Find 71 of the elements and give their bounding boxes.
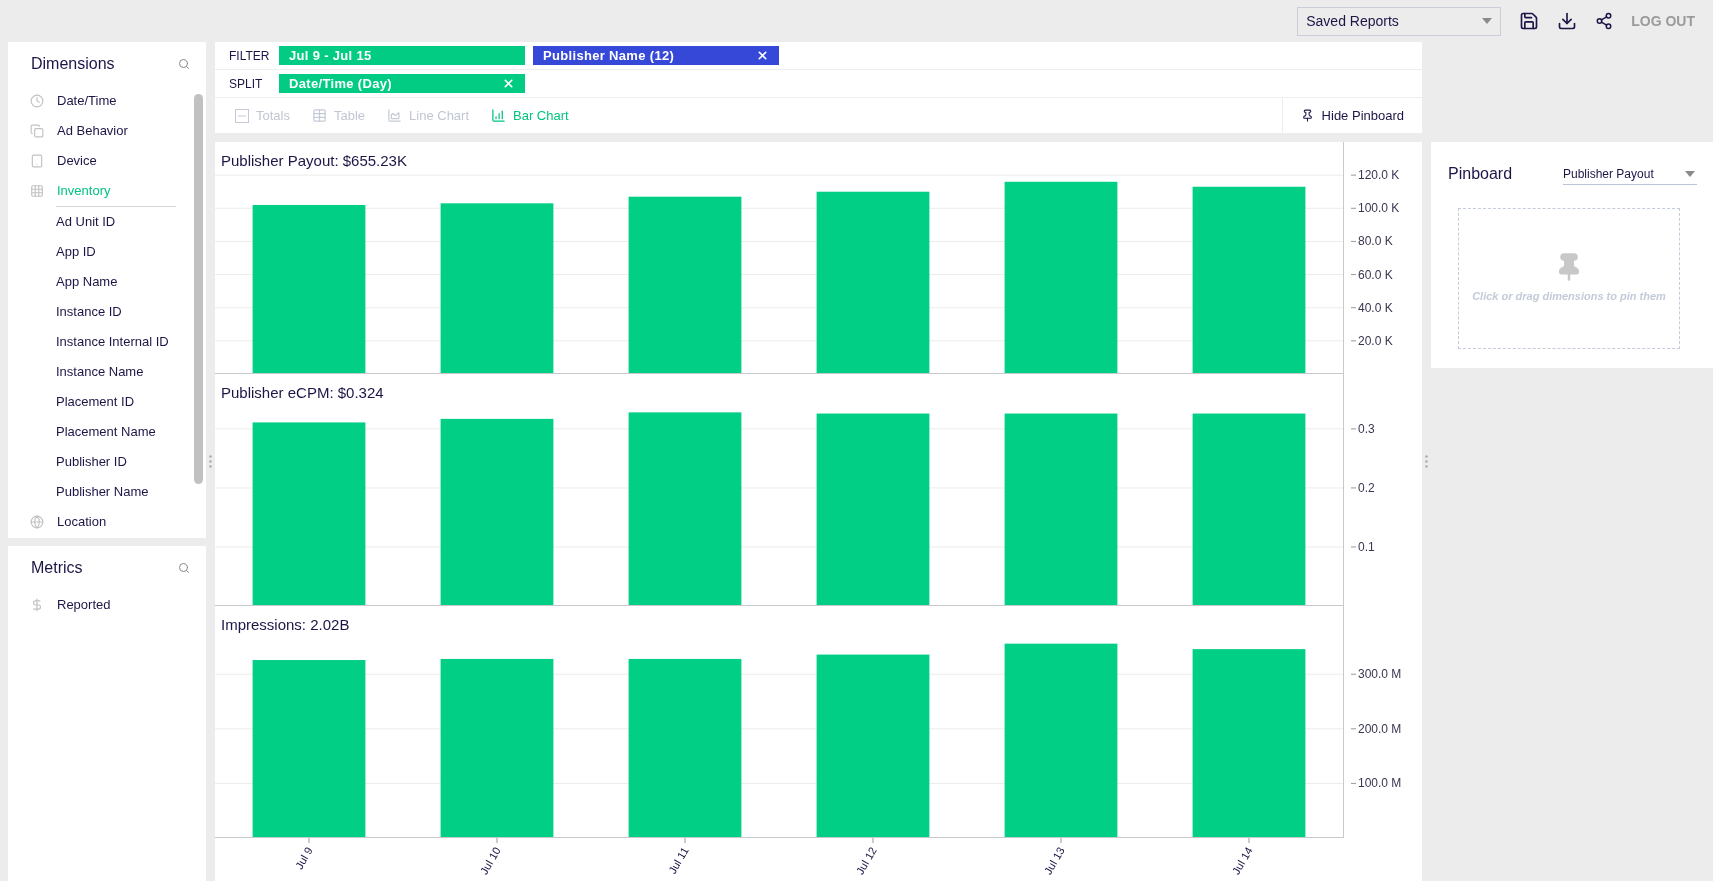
y-tick-label: 60.0 K [1358,267,1393,282]
chip-label: Jul 9 - Jul 15 [289,46,372,65]
panel-title: Metrics [31,558,83,578]
caret-icon [1685,170,1695,177]
dimension-subitem[interactable]: Instance ID [8,297,206,327]
chip-label: Publisher Name (12) [543,46,675,65]
dimension-subitem[interactable]: Placement Name [8,417,206,447]
tablet-icon [30,154,44,168]
panel-title: Pinboard [1447,164,1513,184]
y-tick-label: 100.0 M [1358,776,1402,791]
dimension-subitem[interactable]: Instance Name [8,357,206,387]
drag-handle-icon[interactable] [209,455,212,468]
dimension-item[interactable]: Ad Behavior [8,116,206,146]
y-tick-label: 80.0 K [1358,234,1393,249]
globe-icon [30,515,44,529]
filter-chip[interactable]: Publisher Name (12) [533,46,779,65]
x-tick-label: Jul 12 [853,845,879,877]
dimension-subitem[interactable]: Publisher ID [8,447,206,477]
pin-icon [1300,109,1314,122]
save-icon[interactable] [1519,11,1540,31]
x-tick-label: Jul 9 [292,845,315,872]
chart-title: Impressions: 2.02B [221,616,350,633]
dimension-item[interactable]: Date/Time [8,86,206,116]
dimension-subitem[interactable]: App ID [8,237,206,267]
grid-icon [30,184,44,198]
x-tick-label: Jul 14 [1229,845,1255,877]
y-tick-label: 100.0 K [1358,201,1400,216]
row-label: SPLIT [229,75,264,93]
chart-title: Publisher eCPM: $0.324 [221,384,384,401]
hint-text: Click or drag dimensions to pin them [1472,289,1666,305]
y-tick-label: 200.0 M [1358,721,1402,736]
overlapping-squares-icon [30,124,44,138]
y-tick-label: 120.0 K [1358,168,1400,183]
y-tick-label: 0.3 [1358,421,1375,436]
x-tick-label: Jul 13 [1041,845,1067,877]
dimension-item[interactable]: Device [8,146,206,176]
dimension-subitem[interactable]: Publisher Name [8,477,206,507]
chip-label: Date/Time (Day) [289,74,392,93]
search-icon[interactable] [178,562,190,574]
search-icon[interactable] [178,58,190,70]
panel-title: Dimensions [31,54,115,74]
share-icon[interactable] [1595,12,1614,30]
close-icon[interactable] [756,49,769,62]
measure-dropdown[interactable]: Publisher Payout [1563,163,1697,185]
download-icon[interactable] [1557,11,1578,31]
dimension-subitem[interactable]: App Name [8,267,206,297]
y-tick-label: 0.1 [1358,539,1375,554]
chart-title: Publisher Payout: $655.23K [221,152,407,169]
dimension-item[interactable]: Location [8,507,206,537]
clock-icon [30,94,44,108]
saved-reports-dropdown[interactable]: Saved Reports [1297,6,1502,36]
dimension-subitem[interactable]: Placement ID [8,387,206,417]
y-tick-label: 0.2 [1358,480,1375,495]
dimension-subitem[interactable]: Instance Internal ID [8,327,206,357]
hide-pinboard-button[interactable]: Hide Pinboard [1281,98,1422,133]
drag-handle-icon[interactable] [1425,455,1428,468]
totals-icon [235,108,249,123]
x-tick-label: Jul 10 [477,845,503,877]
row-label: FILTER [229,47,271,65]
table-icon [311,108,327,123]
y-tick-label: 300.0 M [1358,667,1402,682]
dimension-subitem[interactable]: Ad Unit ID [8,207,206,237]
y-tick-label: 40.0 K [1358,300,1393,315]
caret-icon [1482,18,1493,24]
line-chart-icon [387,108,403,123]
scrollbar[interactable] [194,94,203,484]
bar-chart-icon [491,108,507,123]
metric-item[interactable]: Reported [8,590,206,620]
y-tick-label: 20.0 K [1358,333,1393,348]
dollar-icon [30,598,44,612]
x-tick-label: Jul 11 [666,845,691,876]
